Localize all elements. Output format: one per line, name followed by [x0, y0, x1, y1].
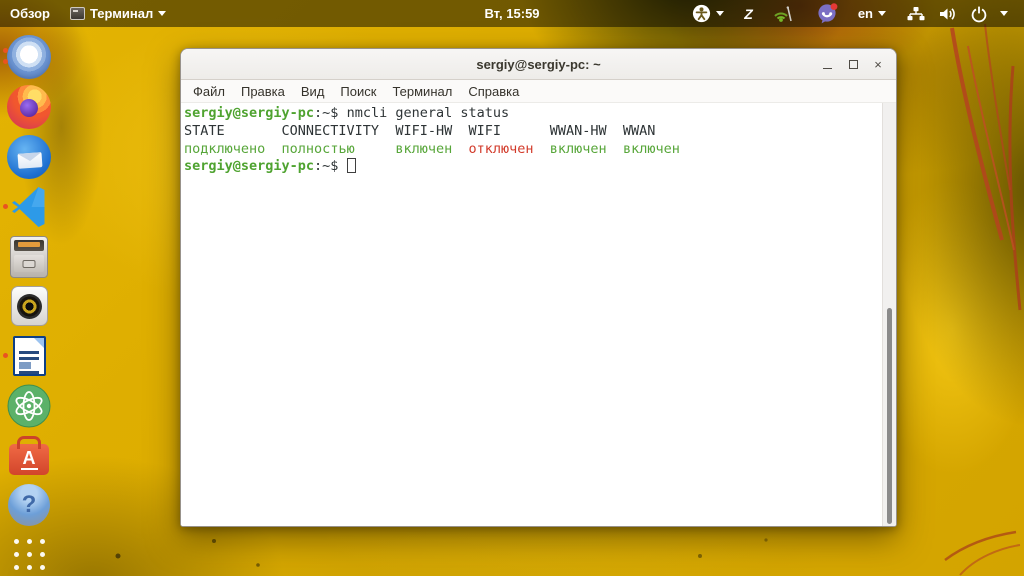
command-text: nmcli general status [346, 105, 510, 121]
chevron-down-icon [158, 11, 167, 16]
dock-item-unknown-app[interactable]: ? [0, 483, 58, 527]
running-indicator [3, 353, 8, 358]
wwan-hw-value: включен [549, 140, 623, 157]
app-menu[interactable]: Терминал [60, 0, 176, 27]
menu-terminal[interactable]: Терминал [384, 84, 460, 99]
power-icon [971, 6, 987, 22]
dock-item-libreoffice-writer[interactable] [0, 334, 58, 378]
state-value: подключено [184, 140, 282, 157]
z-glyph: Z [744, 5, 753, 22]
toolbox-letter: A [20, 447, 38, 470]
menu-view[interactable]: Вид [293, 84, 333, 99]
menu-edit[interactable]: Правка [233, 84, 293, 99]
ethernet-icon [907, 6, 925, 20]
top-bar-left: Обзор Терминал [0, 0, 176, 27]
z-app-tray-icon[interactable]: Z [734, 0, 763, 27]
maximize-button[interactable] [840, 49, 866, 80]
question-mark-icon: ? [8, 483, 50, 526]
viber-tray-icon[interactable] [807, 0, 848, 27]
dock-item-toolbox-app[interactable]: A [0, 434, 58, 478]
toolbox-icon: A [9, 443, 49, 475]
window-titlebar[interactable]: sergiy@sergiy-pc: ~ × [181, 49, 896, 80]
file-cabinet-icon [10, 235, 48, 278]
prompt-user: sergiy@sergiy-pc [184, 158, 315, 175]
viber-icon [818, 3, 838, 24]
running-indicator [3, 59, 8, 64]
prompt-user: sergiy@sergiy-pc [184, 105, 315, 121]
dock-item-music-player[interactable] [0, 285, 58, 329]
terminal-app-icon [70, 7, 85, 20]
accessibility-menu[interactable] [682, 0, 734, 27]
accessibility-icon [693, 4, 711, 23]
signal-icon [774, 5, 792, 22]
dock-item-atom-app[interactable] [0, 384, 58, 428]
terminal-window: sergiy@sergiy-pc: ~ × Файл Правка Вид По… [180, 48, 897, 527]
nmcli-header-row: STATE CONNECTIVITY WIFI-HW WIFI WWAN-HW … [184, 122, 656, 139]
menu-file[interactable]: Файл [185, 84, 233, 99]
nmcli-status-row: подключено полностью включен отключен вк… [184, 141, 879, 159]
connectivity-value: полностью [281, 140, 396, 157]
speaker-icon [10, 286, 48, 327]
terminal-cursor [346, 158, 356, 174]
terminal-line-command: sergiy@sergiy-pc:~$ nmcli general status [184, 105, 879, 123]
thunderbird-icon [7, 135, 51, 179]
dock-item-show-applications[interactable] [0, 533, 58, 576]
app-grid-icon [13, 538, 45, 570]
wifi-value: отключен [468, 140, 550, 157]
top-bar: Обзор Терминал Вт, 15:59 Z en [0, 0, 1024, 27]
clock-label: Вт, 15:59 [484, 6, 540, 21]
minimize-button[interactable] [814, 49, 840, 80]
prompt-suffix: :~$ [314, 158, 347, 175]
network-signal-tray-icon[interactable] [763, 0, 807, 27]
firefox-icon [7, 85, 51, 129]
wifi-hw-value: включен [395, 140, 469, 157]
dock-item-thunderbird[interactable] [0, 135, 58, 179]
desktop: Обзор Терминал Вт, 15:59 Z en A ? sergiy… [0, 0, 1024, 576]
dock-item-file-cabinet[interactable] [0, 235, 58, 279]
close-button[interactable]: × [865, 49, 891, 80]
terminal-viewport[interactable]: sergiy@sergiy-pc:~$ nmcli general status… [181, 103, 896, 526]
system-menu[interactable] [896, 0, 1018, 27]
menu-help[interactable]: Справка [460, 84, 527, 99]
dock: A ? [0, 27, 58, 576]
wwan-value: включен [622, 140, 680, 157]
running-indicator [3, 48, 8, 53]
activities-label: Обзор [10, 6, 50, 21]
dock-item-firefox[interactable] [0, 85, 58, 129]
language-label: en [857, 6, 873, 21]
chromium-icon [7, 35, 51, 79]
atom-icon [7, 384, 51, 427]
envelope-icon [17, 152, 43, 169]
terminal-line-prompt: sergiy@sergiy-pc:~$ [184, 158, 879, 176]
activities-button[interactable]: Обзор [0, 0, 60, 27]
prompt-suffix: :~$ [314, 105, 347, 121]
terminal-scrollbar[interactable] [882, 103, 896, 526]
top-bar-right: Z en [682, 0, 1024, 27]
terminal-scrollbar-thumb[interactable] [887, 308, 892, 524]
chevron-down-icon [878, 11, 886, 16]
dock-item-vscode[interactable] [0, 185, 58, 229]
chevron-down-icon [1000, 11, 1008, 16]
writer-document-icon [12, 335, 46, 376]
language-indicator[interactable]: en [848, 0, 896, 27]
volume-icon [940, 7, 955, 20]
chevron-down-icon [716, 11, 725, 16]
terminal-output: sergiy@sergiy-pc:~$ nmcli general status… [184, 105, 879, 176]
window-title: sergiy@sergiy-pc: ~ [476, 56, 601, 72]
menu-search[interactable]: Поиск [332, 84, 384, 99]
dock-item-chromium[interactable] [0, 35, 58, 79]
menu-bar: Файл Правка Вид Поиск Терминал Справка [181, 80, 896, 103]
vscode-icon [11, 187, 44, 227]
clock-button[interactable]: Вт, 15:59 [484, 0, 539, 27]
running-indicator [3, 204, 8, 209]
app-menu-label: Терминал [90, 6, 154, 21]
